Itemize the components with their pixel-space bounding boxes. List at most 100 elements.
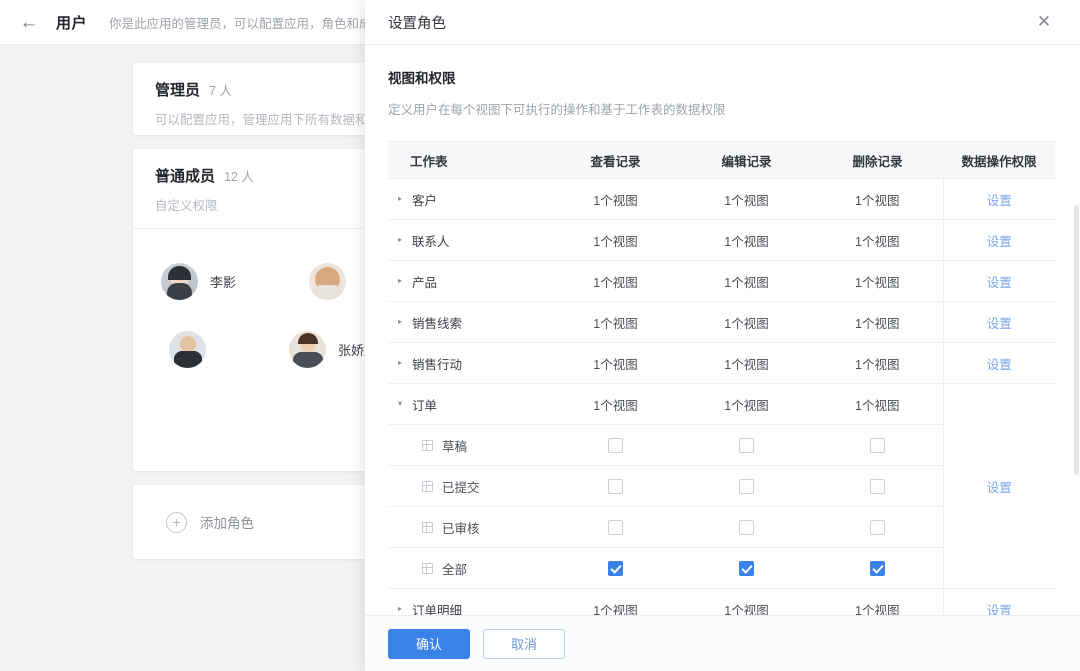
table-head: 工作表 查看记录 编辑记录 删除记录 数据操作权限 — [388, 141, 1055, 179]
grid-view-icon — [422, 439, 433, 451]
view-name-cell: 已提交 — [388, 465, 550, 507]
modal-title: 设置角色 — [388, 15, 446, 32]
section-title: 视图和权限 — [388, 71, 456, 86]
avatar — [309, 262, 346, 300]
table-row[interactable]: ▸ 联系人 1个视图 1个视图 1个视图 设置 — [388, 219, 1055, 261]
data-action-cell: 设置 — [942, 383, 1055, 589]
settings-link[interactable]: 设置 — [987, 194, 1012, 208]
modal-body: 视图和权限 定义用户在每个视图下可执行的操作和基于工作表的数据权限 工作表 查看… — [365, 45, 1080, 615]
table-row[interactable]: ▸ 产品 1个视图 1个视图 1个视图 设置 — [388, 260, 1055, 302]
data-action-cell: 设置 — [942, 588, 1055, 616]
table-row-expanded[interactable]: ▾ 订单 1个视图 1个视图 1个视图 设置 — [388, 383, 1055, 589]
view-record-cell: 1个视图 — [550, 219, 681, 261]
edit-record-checkbox[interactable] — [739, 437, 754, 453]
chevron-right-icon[interactable]: ▸ — [398, 195, 412, 203]
data-action-cell: 设置 — [942, 301, 1055, 343]
role-name: 管理员 — [155, 82, 201, 99]
confirm-button[interactable]: 确认 — [388, 628, 470, 659]
settings-link[interactable]: 设置 — [987, 276, 1012, 290]
member-item[interactable]: 李影 — [133, 247, 273, 315]
page-title: 用户 — [56, 14, 88, 32]
view-record-checkbox[interactable] — [608, 560, 623, 576]
table-row[interactable]: ▸ 销售行动 1个视图 1个视图 1个视图 设置 — [388, 342, 1055, 384]
modal-footer: 确认 取消 — [365, 615, 1080, 671]
delete-record-checkbox-cell — [812, 547, 943, 589]
delete-record-checkbox[interactable] — [869, 478, 885, 494]
view-record-cell: 1个视图 — [550, 588, 681, 615]
settings-link[interactable]: 设置 — [987, 604, 1012, 616]
chevron-down-icon[interactable]: ▾ — [398, 400, 412, 408]
settings-link[interactable]: 设置 — [987, 235, 1012, 249]
chevron-right-icon[interactable]: ▸ — [398, 359, 412, 367]
edit-record-cell: 1个视图 — [681, 301, 812, 343]
delete-record-checkbox[interactable] — [869, 437, 885, 453]
worksheet-name: 销售行动 — [412, 357, 463, 372]
chevron-right-icon[interactable]: ▸ — [398, 236, 412, 244]
chevron-right-icon[interactable]: ▸ — [398, 318, 412, 326]
settings-link[interactable]: 设置 — [987, 481, 1012, 495]
cancel-button[interactable]: 取消 — [483, 628, 565, 659]
member-name: 李影 — [210, 274, 237, 290]
edit-record-cell: 1个视图 — [681, 383, 812, 425]
page-subtitle: 你是此应用的管理员，可以配置应用，角色和成 — [109, 16, 372, 31]
view-record-checkbox[interactable] — [608, 478, 623, 494]
role-name: 普通成员 — [155, 168, 216, 185]
avatar — [161, 262, 198, 300]
view-record-checkbox[interactable] — [608, 519, 623, 535]
role-member-count: 12 人 — [224, 170, 254, 184]
view-record-checkbox[interactable] — [608, 437, 623, 453]
worksheet-name: 销售线索 — [412, 316, 463, 331]
edit-record-checkbox[interactable] — [739, 560, 754, 576]
worksheet-cell: ▸ 产品 — [388, 260, 550, 302]
edit-record-checkbox[interactable] — [739, 519, 754, 535]
view-name: 草稿 — [442, 439, 468, 454]
th-view-record: 查看记录 — [550, 141, 681, 179]
table-row[interactable]: ▸ 订单明细 1个视图 1个视图 1个视图 设置 — [388, 588, 1055, 616]
settings-link[interactable]: 设置 — [987, 358, 1012, 372]
set-role-modal: 设置角色 ✕ 视图和权限 定义用户在每个视图下可执行的操作和基于工作表的数据权限… — [365, 0, 1080, 671]
delete-record-cell: 1个视图 — [812, 342, 943, 384]
delete-record-cell: 1个视图 — [812, 178, 943, 220]
chevron-right-icon[interactable]: ▸ — [398, 605, 412, 613]
worksheet-name: 订单 — [412, 398, 438, 413]
th-delete-record: 删除记录 — [812, 141, 943, 179]
settings-link[interactable]: 设置 — [987, 317, 1012, 331]
view-name: 已审核 — [442, 521, 480, 536]
table-body: ▸ 客户 1个视图 1个视图 1个视图 设置 ▸ 联系人 1个视图 1个视图 1… — [388, 178, 1055, 616]
edit-record-cell: 1个视图 — [681, 178, 812, 220]
delete-record-checkbox[interactable] — [869, 560, 885, 576]
data-action-cell: 设置 — [942, 260, 1055, 302]
edit-record-cell: 1个视图 — [681, 588, 812, 615]
delete-record-cell: 1个视图 — [812, 301, 943, 343]
member-item[interactable] — [133, 315, 261, 383]
data-action-cell: 设置 — [942, 219, 1055, 261]
edit-record-checkbox-cell — [681, 547, 812, 589]
delete-record-checkbox-cell — [812, 506, 943, 548]
th-worksheet: 工作表 — [388, 141, 550, 179]
delete-record-cell: 1个视图 — [812, 260, 943, 302]
view-record-cell: 1个视图 — [550, 178, 681, 220]
th-edit-record: 编辑记录 — [681, 141, 812, 179]
view-name: 已提交 — [442, 480, 480, 495]
delete-record-checkbox-cell — [812, 424, 943, 466]
edit-record-cell: 1个视图 — [681, 219, 812, 261]
avatar — [169, 330, 206, 368]
delete-record-checkbox[interactable] — [869, 519, 885, 535]
delete-record-cell: 1个视图 — [812, 588, 943, 615]
table-row[interactable]: ▸ 客户 1个视图 1个视图 1个视图 设置 — [388, 178, 1055, 220]
delete-record-checkbox-cell — [812, 465, 943, 507]
edit-record-checkbox[interactable] — [739, 478, 754, 494]
back-arrow-icon[interactable]: ← — [18, 11, 40, 33]
modal-scrollbar[interactable] — [1074, 205, 1079, 475]
view-record-cell: 1个视图 — [550, 342, 681, 384]
view-record-checkbox-cell — [550, 506, 681, 548]
chevron-right-icon[interactable]: ▸ — [398, 277, 412, 285]
avatar — [289, 330, 326, 368]
view-record-cell: 1个视图 — [550, 301, 681, 343]
close-icon[interactable]: ✕ — [1033, 11, 1055, 33]
view-record-checkbox-cell — [550, 547, 681, 589]
edit-record-checkbox-cell — [681, 424, 812, 466]
view-record-cell: 1个视图 — [550, 383, 681, 425]
view-name-cell: 草稿 — [388, 424, 550, 466]
table-row[interactable]: ▸ 销售线索 1个视图 1个视图 1个视图 设置 — [388, 301, 1055, 343]
